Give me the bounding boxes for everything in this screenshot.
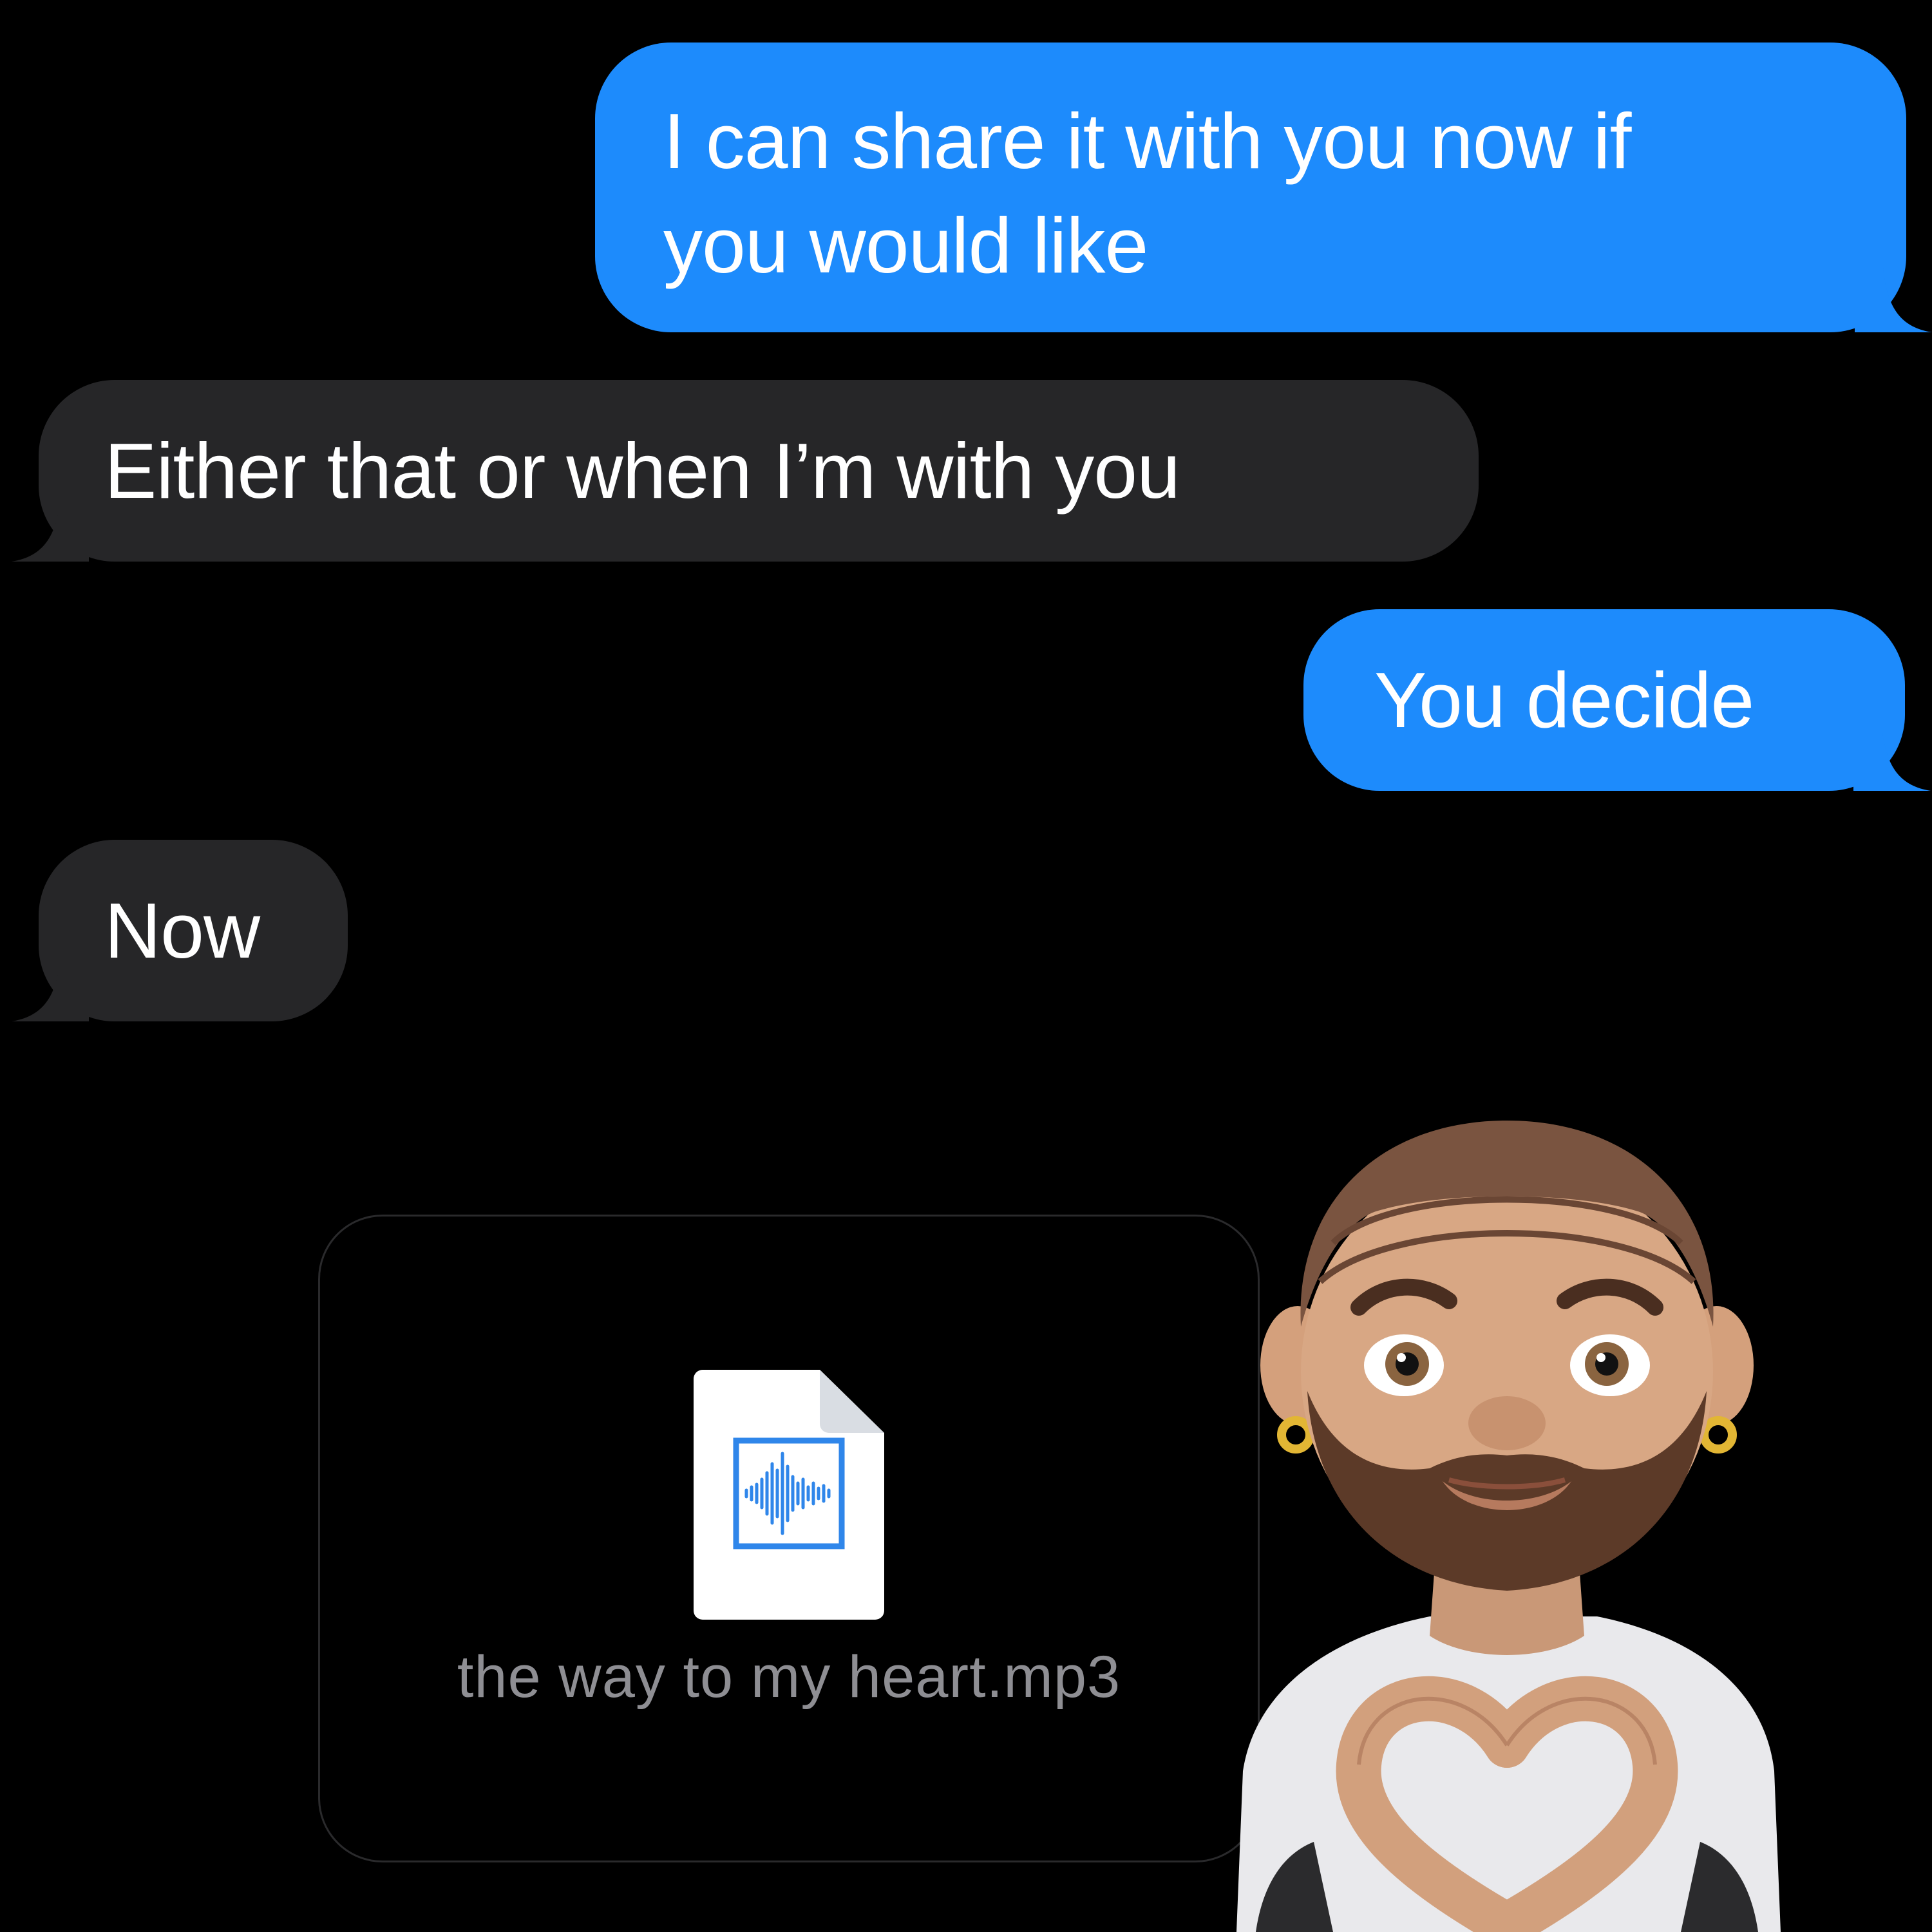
message-text-line: I can share it with you now if	[663, 97, 1632, 185]
incoming-message-bubble[interactable]: Now	[12, 840, 348, 1021]
message-text-line: you would like	[663, 202, 1148, 289]
message-text-line: Either that or when I’m with you	[104, 427, 1180, 515]
outgoing-message-bubble[interactable]: You decide	[1303, 609, 1931, 791]
message-text-line: You decide	[1374, 656, 1754, 744]
incoming-message-bubble[interactable]: Either that or when I’m with you	[12, 380, 1479, 562]
file-attachment-card[interactable]: the way to my heart.mp3	[318, 1215, 1260, 1862]
message-text-line: Now	[104, 887, 260, 974]
message-thread: I can share it with you now if you would…	[0, 0, 1932, 1932]
bubble-tail	[1855, 268, 1932, 332]
bubble-tail	[12, 497, 89, 562]
memoji-heart-hands-sticker[interactable]	[1185, 1095, 1829, 1932]
bubble-tail	[12, 957, 89, 1021]
file-name: the way to my heart.mp3	[457, 1644, 1121, 1710]
bubble-tail	[1853, 726, 1931, 791]
outgoing-message-bubble[interactable]: I can share it with you now if you would…	[595, 43, 1932, 332]
audio-file-icon	[694, 1370, 884, 1620]
